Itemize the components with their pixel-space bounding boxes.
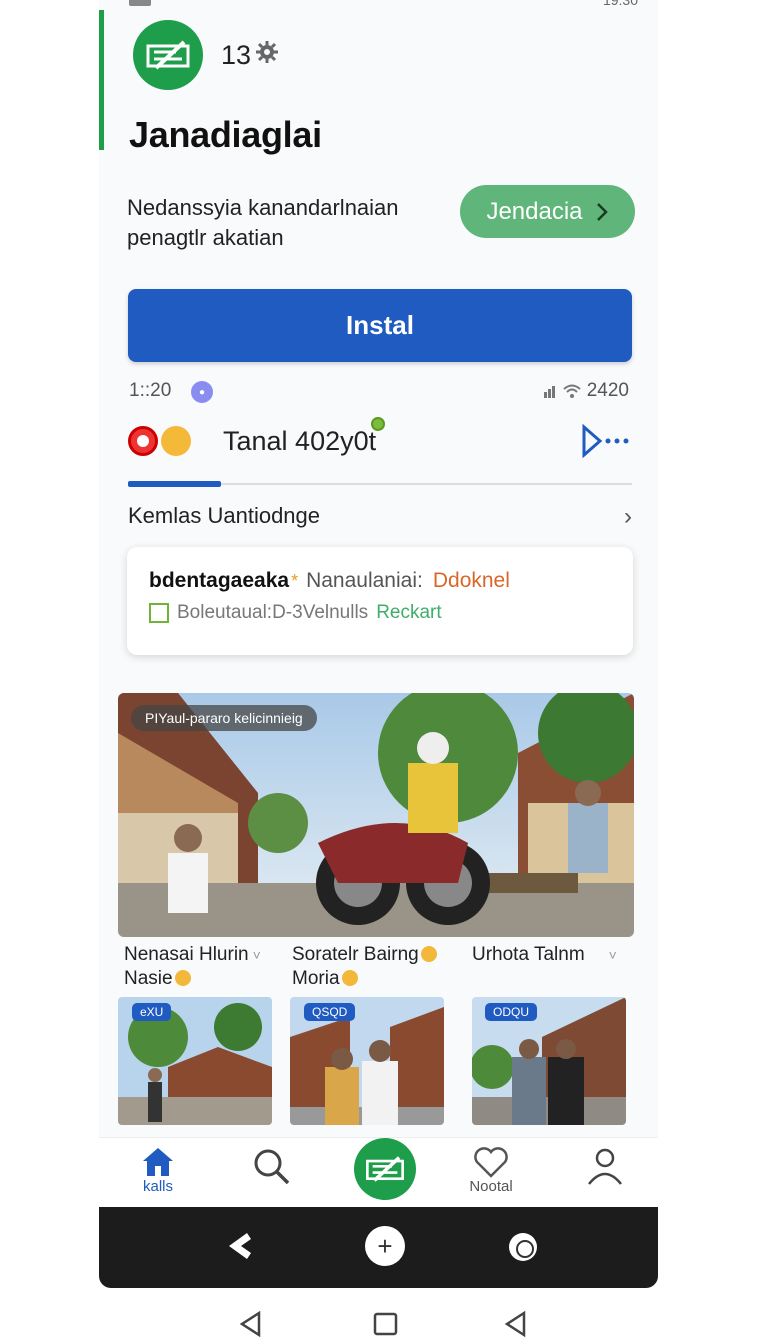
- home-icon: [143, 1148, 173, 1176]
- app-title: Janadiaglai: [129, 114, 322, 155]
- star-icon: *: [291, 571, 299, 591]
- device-home-icon[interactable]: [373, 1312, 398, 1336]
- emoji-icon[interactable]: [161, 426, 191, 456]
- signal-icon: [543, 386, 555, 398]
- status-time: 19:30: [602, 0, 638, 8]
- device-recents-icon[interactable]: [504, 1310, 526, 1338]
- user-icon: [588, 1148, 622, 1185]
- heart-icon: [474, 1147, 508, 1178]
- checkbox-icon: [149, 603, 169, 623]
- device-nav-bar: [239, 1310, 526, 1338]
- info-card-key: Nanaulaniai:: [306, 569, 423, 592]
- nav-search[interactable]: [231, 1146, 311, 1186]
- tab-underline: [128, 481, 632, 487]
- device-back-icon[interactable]: [239, 1310, 261, 1338]
- phone-screen: 19:30 13 Janadiaglai Nedanssyia kanandar…: [99, 0, 658, 1288]
- chevron-down-icon: ˅: [608, 947, 617, 963]
- active-tab-indicator: [128, 481, 221, 487]
- open-button[interactable]: Jendacia: [460, 185, 635, 238]
- nav-center-button[interactable]: [354, 1138, 416, 1200]
- status-bar: 19:30: [99, 0, 658, 8]
- emoji-icon: [420, 946, 437, 962]
- info-card-detail: Boleutaual:D-3Velnulls: [177, 602, 369, 623]
- app-number: 13: [221, 40, 252, 70]
- emoji-icon: [174, 970, 191, 986]
- notification-icon: [129, 0, 151, 6]
- caption-1-title: Nenasai Hlurin: [124, 944, 249, 965]
- caption-2-sub: Moria: [292, 968, 340, 989]
- nav-home[interactable]: kalls: [118, 1146, 198, 1195]
- info-card-link[interactable]: Reckart: [376, 602, 441, 624]
- search-icon: [254, 1149, 290, 1185]
- open-button-label: Jendacia: [486, 197, 583, 225]
- ticket-icon: [146, 40, 190, 70]
- wifi-icon: [563, 384, 581, 398]
- location-pin-icon: [371, 417, 385, 431]
- caption-3-title: Urhota Talnm: [472, 944, 585, 965]
- app-logo: [133, 20, 203, 90]
- info-dot-icon: ●: [191, 381, 213, 403]
- info-card-name: bdentagaeaka: [149, 569, 290, 592]
- tab-label[interactable]: Tanal 402y0t: [223, 426, 376, 457]
- info-card[interactable]: bdentagaeaka * Nanaulaniai: Ddoknel Boleuta…: [127, 547, 633, 655]
- section-header[interactable]: Kemlas Uantiodnge ›: [128, 503, 632, 531]
- system-nav-bar: +: [99, 1207, 658, 1288]
- accent-bar: [99, 10, 104, 150]
- ticket-icon: [366, 1156, 404, 1182]
- section-title: Kemlas Uantiodnge: [128, 503, 321, 528]
- nav-favorites[interactable]: Nootal: [451, 1146, 531, 1195]
- thumbnail-2-tag: QSQD: [304, 1003, 356, 1021]
- info-card-line1: bdentagaeaka * Nanaulaniai: Ddoknel: [149, 569, 510, 593]
- chevron-right-icon: [596, 202, 608, 221]
- meta-right: 2420: [543, 380, 629, 402]
- plus-icon[interactable]: +: [365, 1226, 405, 1266]
- info-card-line2: Boleutaual:D-3Velnulls Reckart: [149, 602, 442, 624]
- tab-row: Tanal 402y0t: [128, 417, 632, 466]
- thumbnail-1-tag: eXU: [132, 1003, 172, 1021]
- nav-profile[interactable]: [565, 1146, 645, 1186]
- recents-icon[interactable]: [509, 1233, 537, 1261]
- install-button[interactable]: Instal: [128, 289, 632, 362]
- record-icon[interactable]: [128, 426, 158, 456]
- thumbnail-3-tag: ODQU: [485, 1003, 537, 1021]
- app-description: Nedanssyia kanandarlnaian penagtlr akati…: [127, 195, 399, 250]
- caption-2-title: Soratelr Bairng: [292, 944, 419, 965]
- nav-favorites-label: Nootal: [469, 1178, 513, 1195]
- meta-left: 1::20: [129, 380, 172, 401]
- meta-right-value: 2420: [586, 380, 629, 401]
- hero-tag: PIYaul-pararo kelicinnieig: [131, 705, 317, 731]
- caption-3[interactable]: Urhota Talnm ˅: [472, 943, 617, 967]
- meta-row: 1::20 ● 2420: [129, 380, 629, 404]
- caption-1[interactable]: Nenasai Hlurin ˅ Nasie: [124, 943, 261, 991]
- chevron-right-icon: ›: [624, 503, 632, 530]
- emoji-icon: [341, 970, 358, 986]
- play-more-icon[interactable]: [580, 424, 632, 458]
- back-icon[interactable]: [227, 1231, 253, 1261]
- chevron-down-icon: ˅: [252, 947, 261, 963]
- caption-1-sub: Nasie: [124, 968, 173, 989]
- nav-home-label: kalls: [142, 1178, 173, 1195]
- bottom-nav: kalls Nootal: [99, 1137, 658, 1207]
- caption-2[interactable]: Soratelr Bairng Moria: [292, 943, 437, 991]
- gear-icon[interactable]: [255, 40, 279, 64]
- info-card-value: Ddoknel: [432, 569, 510, 592]
